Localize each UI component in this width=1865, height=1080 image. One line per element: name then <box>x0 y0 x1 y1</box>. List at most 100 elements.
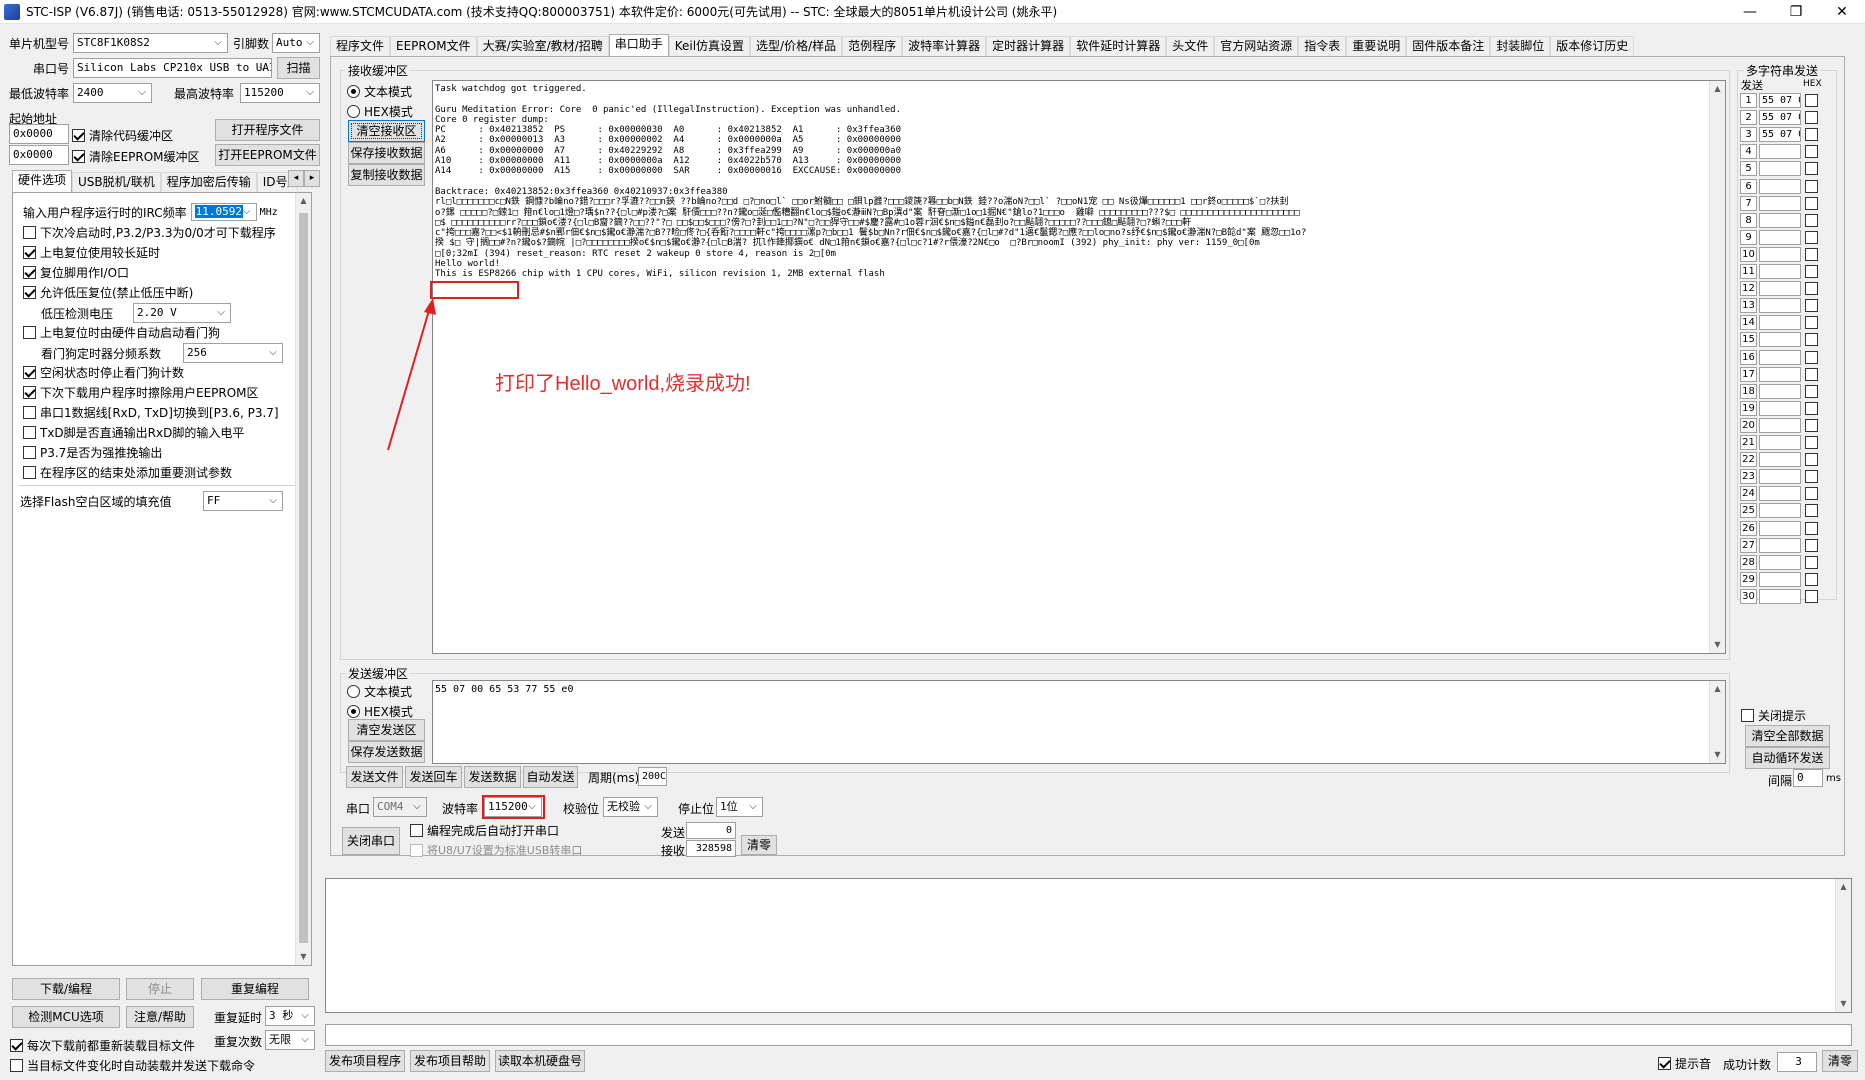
multi-string-input[interactable] <box>1759 417 1801 433</box>
multi-hex-checkbox[interactable] <box>1805 521 1818 535</box>
publish-help-button[interactable]: 发布项目帮助 <box>410 1050 490 1072</box>
tx-text-mode-radio[interactable]: 文本模式 <box>347 683 412 700</box>
tab-instructions[interactable]: 指令表 <box>1298 36 1347 56</box>
multi-hex-checkbox[interactable] <box>1805 401 1818 415</box>
serial-com-select[interactable]: COM4 ⌵ <box>373 797 427 817</box>
send-data-button[interactable]: 发送数据 <box>464 766 521 788</box>
multi-hex-checkbox[interactable] <box>1805 504 1818 518</box>
scroll-up-icon[interactable]: ▲ <box>1836 879 1851 895</box>
multi-string-input[interactable] <box>1759 366 1801 382</box>
multi-hex-checkbox[interactable] <box>1805 282 1818 296</box>
send-cr-button[interactable]: 发送回车 <box>405 766 462 788</box>
min-baud-select[interactable]: 2400 ⌵ <box>73 83 152 103</box>
multi-hex-checkbox[interactable] <box>1805 418 1818 432</box>
stop-bits-select[interactable]: 1位 ⌵ <box>716 797 763 817</box>
multi-send-button[interactable]: 10 <box>1740 246 1757 262</box>
tab-version-history[interactable]: 版本修订历史 <box>1550 36 1635 56</box>
auto-open-serial-checkbox[interactable]: 编程完成后自动打开串口 <box>410 822 559 839</box>
cold-boot-p32-p33-checkbox[interactable]: 下次冷启动时,P3.2/P3.3为0/0才可下载程序 <box>23 224 276 241</box>
tab-eeprom-file[interactable]: EEPROM文件 <box>390 36 477 56</box>
multi-send-button[interactable]: 25 <box>1740 503 1757 519</box>
scroll-down-icon[interactable]: ▼ <box>296 949 311 965</box>
maximize-button[interactable]: ❐ <box>1773 0 1819 24</box>
multi-string-input[interactable] <box>1759 503 1801 519</box>
minimize-button[interactable]: — <box>1727 0 1773 24</box>
clear-all-data-button[interactable]: 清空全部数据 <box>1745 725 1830 747</box>
multi-hex-checkbox[interactable] <box>1805 265 1818 278</box>
publish-project-button[interactable]: 发布项目程序 <box>325 1050 405 1072</box>
multi-send-button[interactable]: 2 <box>1740 110 1757 126</box>
multi-hex-checkbox[interactable] <box>1805 470 1818 484</box>
multi-send-button[interactable]: 29 <box>1740 571 1757 587</box>
period-input[interactable]: 200C <box>638 767 667 786</box>
multi-send-button[interactable]: 18 <box>1740 383 1757 399</box>
parity-select[interactable]: 无校验 ⌵ <box>603 797 658 817</box>
multi-hex-checkbox[interactable] <box>1805 350 1818 364</box>
clear-code-buffer-checkbox[interactable]: 清除代码缓冲区 <box>72 127 173 144</box>
usb-serial-checkbox[interactable]: 将U8/U7设置为标准USB转串口 <box>410 842 582 858</box>
multi-hex-checkbox[interactable] <box>1805 572 1818 586</box>
uart1-switch-checkbox[interactable]: 串口1数据线[RxD, TxD]切换到[P3.6, P3.7] <box>23 404 279 421</box>
multi-string-input[interactable] <box>1759 520 1801 536</box>
multi-string-input[interactable] <box>1759 486 1801 502</box>
multi-send-button[interactable]: 28 <box>1740 554 1757 570</box>
multi-string-input[interactable] <box>1759 571 1801 587</box>
p37-push-pull-checkbox[interactable]: P3.7是否为强推挽输出 <box>23 444 162 461</box>
rx-scrollbar[interactable]: ▲ ▼ <box>1709 81 1725 653</box>
scroll-down-icon[interactable]: ▼ <box>1710 637 1725 653</box>
close-serial-button[interactable]: 关闭串口 <box>342 827 400 855</box>
scroll-thumb[interactable] <box>299 213 308 943</box>
scroll-up-icon[interactable]: ▲ <box>1710 81 1725 97</box>
multi-string-input[interactable] <box>1759 537 1801 553</box>
rx-hex-mode-radio[interactable]: HEX模式 <box>347 103 413 120</box>
clear-eeprom-buffer-checkbox[interactable]: 清除EEPROM缓冲区 <box>72 148 200 165</box>
scroll-down-icon[interactable]: ▼ <box>1836 996 1851 1012</box>
reload-before-download-checkbox[interactable]: 每次下载前都重新装载目标文件 <box>10 1037 195 1054</box>
multi-string-input[interactable] <box>1759 281 1801 297</box>
multi-hex-checkbox[interactable] <box>1805 162 1818 176</box>
tab-package-pins[interactable]: 封装脚位 <box>1490 36 1551 56</box>
auto-loop-send-button[interactable]: 自动循环发送 <box>1745 747 1830 769</box>
multi-hex-checkbox[interactable] <box>1805 589 1818 603</box>
txd-passthrough-checkbox[interactable]: TxD脚是否直通输出RxD脚的输入电平 <box>23 424 244 441</box>
multi-send-button[interactable]: 21 <box>1740 435 1757 450</box>
multi-send-button[interactable]: 19 <box>1740 400 1757 416</box>
multi-string-input[interactable] <box>1759 588 1801 604</box>
save-rx-button[interactable]: 保存接收数据 <box>348 142 425 164</box>
tab-hardware-options[interactable]: 硬件选项 <box>12 170 73 192</box>
multi-string-input[interactable] <box>1759 349 1801 365</box>
multi-send-button[interactable]: 30 <box>1740 588 1757 604</box>
multi-hex-checkbox[interactable] <box>1805 94 1818 107</box>
flash-fill-select[interactable]: FF ⌵ <box>203 491 283 511</box>
tab-encrypted-transfer[interactable]: 程序加密后传输 <box>160 172 257 192</box>
send-file-button[interactable]: 发送文件 <box>346 766 403 788</box>
tx-text-area[interactable]: 55 07 00 65 53 77 55 e0 ▲ ▼ <box>432 680 1726 764</box>
erase-eeprom-checkbox[interactable]: 下次下载用户程序时擦除用户EEPROM区 <box>23 384 259 401</box>
multi-send-button[interactable]: 1 <box>1740 93 1757 108</box>
multi-string-input[interactable] <box>1759 400 1801 416</box>
multi-hex-checkbox[interactable] <box>1805 367 1818 381</box>
max-baud-select[interactable]: 115200 ⌵ <box>240 83 320 103</box>
multi-send-button[interactable]: 4 <box>1740 144 1757 160</box>
lvd-voltage-select[interactable]: 2.20 V ⌵ <box>133 303 231 323</box>
multi-string-input[interactable] <box>1759 469 1801 485</box>
multi-string-input[interactable]: 55 07 0 <box>1759 127 1801 143</box>
multi-send-button[interactable]: 5 <box>1740 161 1757 177</box>
multi-hex-checkbox[interactable] <box>1805 128 1818 142</box>
stop-button[interactable]: 停止 <box>126 978 194 1000</box>
long-power-on-delay-checkbox[interactable]: 上电复位使用较长延时 <box>23 244 160 261</box>
multi-hex-checkbox[interactable] <box>1805 213 1818 227</box>
multi-send-button[interactable]: 15 <box>1740 332 1757 348</box>
multi-send-button[interactable]: 27 <box>1740 537 1757 553</box>
tab-website[interactable]: 官方网站资源 <box>1214 36 1299 56</box>
multi-send-button[interactable]: 23 <box>1740 469 1757 485</box>
multi-send-button[interactable]: 14 <box>1740 315 1757 331</box>
tab-delay-calc[interactable]: 软件延时计算器 <box>1070 36 1167 56</box>
multi-string-input[interactable] <box>1759 298 1801 314</box>
tab-timer-calc[interactable]: 定时器计算器 <box>986 36 1071 56</box>
multi-send-button[interactable]: 9 <box>1740 229 1757 245</box>
multi-send-button[interactable]: 20 <box>1740 417 1757 433</box>
code-start-address-input[interactable]: 0x0000 <box>9 124 69 144</box>
multi-send-button[interactable]: 24 <box>1740 486 1757 502</box>
multi-string-input[interactable] <box>1759 315 1801 331</box>
